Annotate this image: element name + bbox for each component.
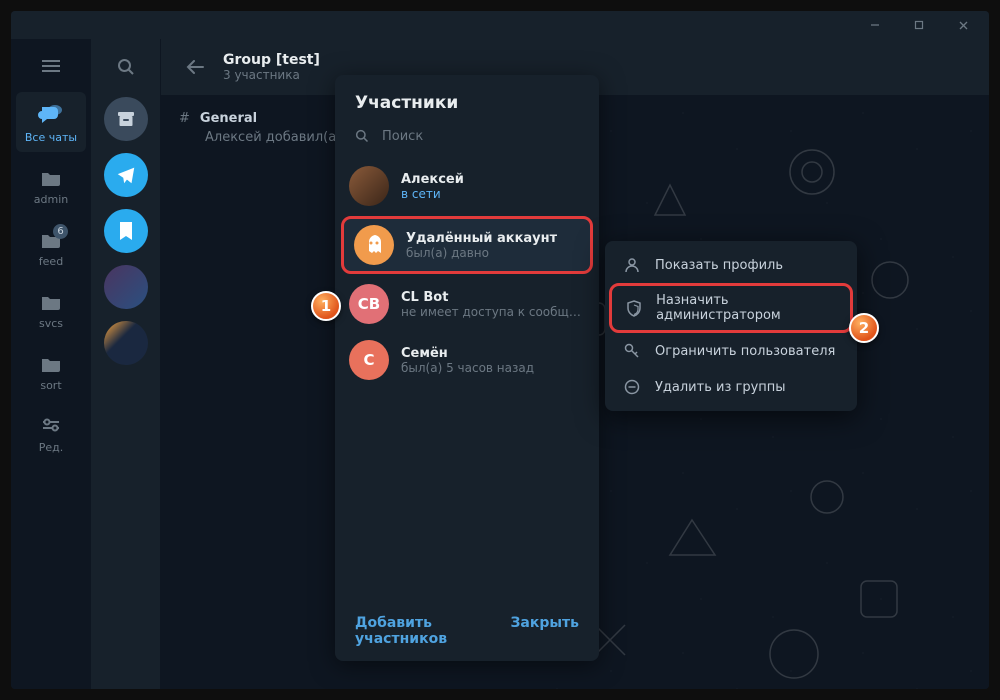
- menu-label: Показать профиль: [655, 258, 783, 273]
- participant-status: был(а) 5 часов назад: [401, 361, 534, 375]
- avatar: С: [349, 340, 389, 380]
- chat-avatar-archive[interactable]: [104, 97, 148, 141]
- participant-context-menu: Показать профиль Назначить администратор…: [605, 241, 857, 411]
- participant-row-deleted[interactable]: Удалённый аккаунт был(а) давно: [341, 216, 593, 274]
- participant-row[interactable]: Алексей в сети: [335, 158, 599, 214]
- back-button[interactable]: [177, 49, 213, 85]
- dialog-title: Участники: [335, 75, 599, 121]
- annotation-badge-2: 2: [849, 313, 879, 343]
- menu-label: Назначить администратором: [656, 293, 836, 323]
- menu-remove-from-group[interactable]: Удалить из группы: [605, 369, 857, 405]
- rail-edit[interactable]: Ред.: [16, 402, 86, 462]
- annotation-badge-1: 1: [311, 291, 341, 321]
- menu-make-admin[interactable]: Назначить администратором: [609, 283, 853, 333]
- profile-icon: [623, 256, 641, 274]
- participants-dialog: Участники Поиск Алексей в сети Удалённый…: [335, 75, 599, 661]
- menu-restrict-user[interactable]: Ограничить пользователя: [605, 333, 857, 369]
- shield-icon: [626, 299, 642, 317]
- chat-avatar-item[interactable]: [104, 265, 148, 309]
- window-close-button[interactable]: [941, 11, 985, 39]
- participants-list: Алексей в сети Удалённый аккаунт был(а) …: [335, 158, 599, 601]
- participant-status: был(а) давно: [406, 246, 557, 260]
- remove-icon: [623, 378, 641, 396]
- avatar-ghost-icon: [354, 225, 394, 265]
- rail-svcs[interactable]: svcs: [16, 278, 86, 338]
- participant-row[interactable]: С Семён был(а) 5 часов назад: [335, 332, 599, 388]
- chat-avatar-saved[interactable]: [104, 209, 148, 253]
- participant-status: не имеет доступа к сообщениям: [401, 305, 585, 319]
- search-button[interactable]: [106, 47, 146, 87]
- dialog-search[interactable]: Поиск: [335, 121, 599, 158]
- window-minimize-button[interactable]: [853, 11, 897, 39]
- chat-list: [91, 39, 161, 689]
- chat-bubbles-icon: [37, 101, 65, 129]
- avatar: CB: [349, 284, 389, 324]
- participant-name: Алексей: [401, 172, 464, 187]
- rail-admin[interactable]: admin: [16, 154, 86, 214]
- participant-name: CL Bot: [401, 290, 585, 305]
- chat-avatar-telegram[interactable]: [104, 153, 148, 197]
- chat-avatar-item[interactable]: [104, 321, 148, 365]
- rail-label: sort: [40, 379, 61, 392]
- menu-label: Ограничить пользователя: [655, 344, 835, 359]
- participant-name: Семён: [401, 346, 534, 361]
- search-icon: [355, 129, 370, 144]
- rail-label: Ред.: [39, 441, 64, 454]
- participant-row[interactable]: CB CL Bot не имеет доступа к сообщениям: [335, 276, 599, 332]
- folder-icon: [37, 349, 65, 377]
- rail-label: svcs: [39, 317, 63, 330]
- rail-sort[interactable]: sort: [16, 340, 86, 400]
- folder-icon: [37, 287, 65, 315]
- menu-button[interactable]: [33, 48, 69, 84]
- close-dialog-button[interactable]: Закрыть: [510, 615, 579, 647]
- settings-sliders-icon: [37, 411, 65, 439]
- add-participants-button[interactable]: Добавить участников: [355, 615, 510, 647]
- menu-label: Удалить из группы: [655, 380, 786, 395]
- participant-name: Удалённый аккаунт: [406, 231, 557, 246]
- rail-feed[interactable]: feed 6: [16, 216, 86, 276]
- rail-all-chats[interactable]: Все чаты: [16, 92, 86, 152]
- folder-rail: Все чаты admin feed 6 svcs sort Ред.: [11, 39, 91, 689]
- menu-show-profile[interactable]: Показать профиль: [605, 247, 857, 283]
- rail-label: admin: [34, 193, 68, 206]
- channel-name[interactable]: General: [200, 111, 257, 126]
- avatar: [349, 166, 389, 206]
- rail-label: Все чаты: [25, 131, 77, 144]
- titlebar: [11, 11, 989, 39]
- folder-icon: [37, 163, 65, 191]
- hash-icon: #: [179, 111, 190, 126]
- search-placeholder: Поиск: [382, 129, 423, 144]
- group-subtitle: 3 участника: [223, 68, 320, 82]
- key-icon: [623, 342, 641, 360]
- unread-badge: 6: [53, 224, 68, 239]
- group-title: Group [test]: [223, 52, 320, 68]
- rail-label: feed: [39, 255, 63, 268]
- window-maximize-button[interactable]: [897, 11, 941, 39]
- participant-status: в сети: [401, 187, 464, 201]
